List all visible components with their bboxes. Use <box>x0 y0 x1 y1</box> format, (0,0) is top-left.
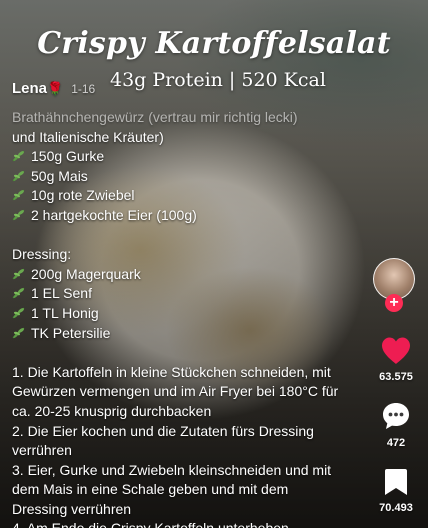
save-button[interactable]: 70.493 <box>368 468 424 514</box>
dressing-text: 1 EL Senf <box>31 285 92 302</box>
ingredient-text: 50g Mais <box>31 167 88 184</box>
herb-icon <box>12 325 26 338</box>
post-date: 1-16 <box>71 82 96 96</box>
heart-icon <box>382 337 410 364</box>
ingredient-item: 10g rote Zwiebel <box>12 186 344 206</box>
post-subtitle: 43g Protein | 520 Kcal <box>110 69 326 91</box>
ingredient-item: 2 hartgekochte Eier (100g) <box>12 206 344 226</box>
comment-icon <box>383 403 409 429</box>
herb-icon <box>12 305 26 319</box>
dressing-item: TK Petersilie <box>12 324 344 344</box>
ingredient-item: 150g Gurke <box>12 147 344 167</box>
ingredient-text: 150g Gurke <box>31 148 105 165</box>
ingredient-text: 2 hartgekochte Eier (100g) <box>31 206 197 223</box>
tiktok-post-screen[interactable]: Crispy Kartoffelsalat 43g Protein | 520 … <box>0 0 428 528</box>
dressing-text: TK Petersilie <box>31 324 111 341</box>
description-line: und Italienische Kräuter) <box>12 128 164 145</box>
dressing-text: 200g Magerquark <box>31 265 141 282</box>
comment-button[interactable]: 472 <box>368 401 424 449</box>
follow-button[interactable]: + <box>385 294 403 312</box>
like-button[interactable]: 63.575 <box>368 336 424 383</box>
comment-count: 472 <box>386 437 406 449</box>
dressing-item: 200g Magerquark <box>12 265 344 285</box>
author-line[interactable]: Lena🌹 1-16 <box>12 80 95 97</box>
save-count: 70.493 <box>379 502 413 514</box>
ingredient-text: 10g rote Zwiebel <box>31 187 135 204</box>
dressing-text: 1 TL Honig <box>31 304 99 321</box>
description-line: Brathähnchengewürz (vertrau mir richtig … <box>12 109 298 125</box>
step-text: 2. Die Eier kochen und die Zutaten fürs … <box>12 422 314 459</box>
herb-icon <box>12 285 26 299</box>
recipe-description: Brathähnchengewürz (vertrau mir richtig … <box>12 108 344 528</box>
like-count: 63.575 <box>379 371 413 383</box>
dressing-item: 1 TL Honig <box>12 304 344 324</box>
bookmark-icon <box>385 469 407 495</box>
step-text: 3. Eier, Gurke und Zwiebeln kleinschneid… <box>12 461 332 517</box>
post-title: Crispy Kartoffelsalat <box>37 26 391 61</box>
author-name[interactable]: Lena <box>12 80 47 97</box>
ingredient-item: 50g Mais <box>12 167 344 187</box>
herb-icon <box>12 187 26 201</box>
step-text: 4. Am Ende die Crispy Kartoffeln unterhe… <box>12 519 344 528</box>
herb-icon <box>12 168 26 182</box>
rose-emoji: 🌹 <box>47 81 64 96</box>
herb-icon <box>12 266 26 280</box>
herb-icon <box>12 207 26 221</box>
dressing-heading: Dressing: <box>12 246 72 263</box>
step-text: 1. Die Kartoffeln in kleine Stückchen sc… <box>12 363 339 419</box>
herb-icon <box>12 148 26 162</box>
dressing-item: 1 EL Senf <box>12 284 344 304</box>
